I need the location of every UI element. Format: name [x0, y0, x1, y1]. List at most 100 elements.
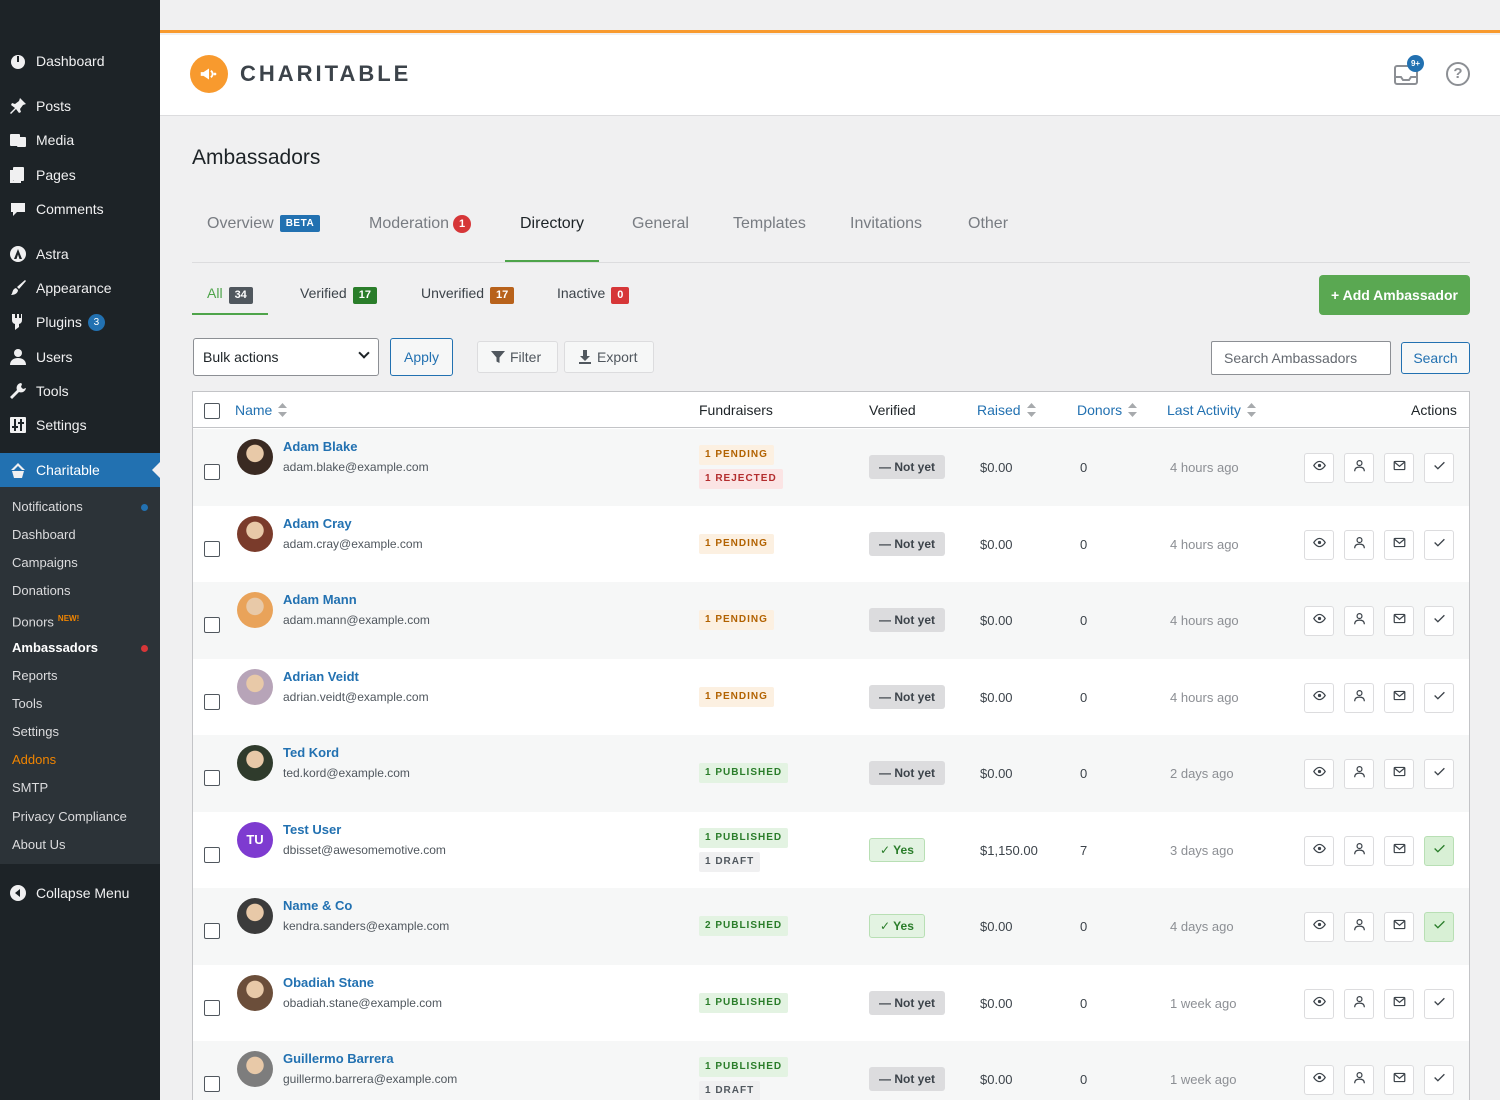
submenu-item-privacy-compliance[interactable]: Privacy Compliance [12, 806, 152, 828]
submenu-item-reports[interactable]: Reports [12, 665, 152, 687]
apply-button[interactable]: Apply [390, 338, 453, 376]
view-action-button[interactable] [1304, 912, 1334, 942]
tab-moderation[interactable]: Moderation 1 [354, 200, 486, 262]
row-checkbox[interactable] [204, 693, 220, 710]
verify-check-action-button[interactable] [1424, 682, 1454, 713]
profile-action-button[interactable] [1344, 606, 1374, 636]
row-checkbox[interactable] [204, 999, 220, 1016]
submenu-item-settings[interactable]: Settings [12, 721, 152, 743]
row-checkbox[interactable] [204, 770, 220, 786]
sidebar-item-users[interactable]: Users [0, 340, 160, 374]
sidebar-item-charitable[interactable]: Charitable [0, 453, 160, 487]
email-action-button[interactable] [1384, 682, 1414, 713]
filter-verified[interactable]: Verified 17 [285, 276, 392, 315]
email-action-button[interactable] [1384, 1065, 1414, 1095]
filter-button[interactable]: Filter [477, 341, 558, 373]
filter-inactive[interactable]: Inactive 0 [542, 276, 644, 315]
column-name[interactable]: Name [235, 392, 288, 428]
email-action-button[interactable] [1384, 988, 1414, 1019]
view-action-button[interactable] [1304, 682, 1334, 713]
tab-other[interactable]: Other [953, 200, 1023, 262]
view-action-button[interactable] [1304, 835, 1334, 866]
verify-check-action-button[interactable] [1424, 912, 1454, 942]
sidebar-item-astra[interactable]: Astra [0, 237, 160, 271]
sidebar-item-plugins[interactable]: Plugins 3 [0, 305, 160, 339]
submenu-item-donors[interactable]: Donors NEW! [12, 608, 152, 630]
sidebar-item-settings[interactable]: Settings [0, 408, 160, 442]
ambassador-name-link[interactable]: Adrian Veidt [283, 669, 359, 684]
submenu-item-smtp[interactable]: SMTP [12, 777, 152, 799]
verify-check-action-button[interactable] [1424, 453, 1454, 483]
verify-check-action-button[interactable] [1424, 529, 1454, 560]
submenu-item-notifications[interactable]: Notifications [12, 496, 152, 518]
sidebar-item-pages[interactable]: Pages [0, 158, 160, 192]
submenu-item-campaigns[interactable]: Campaigns [12, 552, 152, 574]
export-button[interactable]: Export [564, 341, 654, 373]
verify-check-action-button[interactable] [1424, 1065, 1454, 1095]
submenu-item-tools[interactable]: Tools [12, 693, 152, 715]
profile-action-button[interactable] [1344, 835, 1374, 866]
profile-action-button[interactable] [1344, 453, 1374, 483]
view-action-button[interactable] [1304, 529, 1334, 560]
sidebar-item-appearance[interactable]: Appearance [0, 271, 160, 305]
profile-action-button[interactable] [1344, 988, 1374, 1019]
email-action-button[interactable] [1384, 606, 1414, 636]
column-last-activity[interactable]: Last Activity [1167, 392, 1256, 428]
verify-check-action-button[interactable] [1424, 759, 1454, 789]
profile-action-button[interactable] [1344, 682, 1374, 713]
row-checkbox[interactable] [204, 1076, 220, 1092]
view-action-button[interactable] [1304, 988, 1334, 1019]
column-raised[interactable]: Raised [977, 392, 1036, 428]
add-ambassador-button[interactable]: + Add Ambassador [1319, 275, 1470, 315]
ambassador-name-link[interactable]: Adam Cray [283, 516, 352, 531]
email-action-button[interactable] [1384, 759, 1414, 789]
verify-check-action-button[interactable] [1424, 988, 1454, 1019]
collapse-menu-button[interactable]: Collapse Menu [0, 876, 160, 910]
ambassador-name-link[interactable]: Adam Mann [283, 592, 357, 607]
row-checkbox[interactable] [204, 540, 220, 557]
ambassador-name-link[interactable]: Ted Kord [283, 745, 339, 760]
email-action-button[interactable] [1384, 835, 1414, 866]
sidebar-item-media[interactable]: Media [0, 123, 160, 157]
sidebar-item-tools[interactable]: Tools [0, 374, 160, 408]
profile-action-button[interactable] [1344, 912, 1374, 942]
profile-action-button[interactable] [1344, 759, 1374, 789]
tab-templates[interactable]: Templates [718, 200, 821, 262]
ambassador-name-link[interactable]: Obadiah Stane [283, 975, 374, 990]
profile-action-button[interactable] [1344, 1065, 1374, 1095]
submenu-item-donations[interactable]: Donations [12, 580, 152, 602]
submenu-item-dashboard[interactable]: Dashboard [12, 524, 152, 546]
email-action-button[interactable] [1384, 453, 1414, 483]
tab-directory[interactable]: Directory [505, 200, 600, 262]
view-action-button[interactable] [1304, 759, 1334, 789]
charitable-logo[interactable]: CHARITABLE [190, 55, 411, 93]
row-checkbox[interactable] [204, 923, 220, 939]
ambassador-name-link[interactable]: Name & Co [283, 898, 352, 913]
tab-overview[interactable]: Overview BETA [192, 200, 335, 262]
row-checkbox[interactable] [204, 846, 220, 863]
sidebar-item-comments[interactable]: Comments [0, 192, 160, 226]
ambassador-name-link[interactable]: Test User [283, 822, 341, 837]
select-all-checkbox[interactable] [204, 403, 220, 419]
tab-invitations[interactable]: Invitations [835, 200, 937, 262]
sidebar-item-dashboard[interactable]: Dashboard [0, 44, 160, 78]
ambassador-name-link[interactable]: Adam Blake [283, 439, 357, 454]
view-action-button[interactable] [1304, 606, 1334, 636]
view-action-button[interactable] [1304, 1065, 1334, 1095]
row-checkbox[interactable] [204, 464, 220, 480]
search-ambassadors-input[interactable] [1211, 341, 1391, 375]
column-donors[interactable]: Donors [1077, 392, 1138, 428]
filter-unverified[interactable]: Unverified 17 [406, 276, 529, 315]
row-checkbox[interactable] [204, 617, 220, 633]
filter-all[interactable]: All 34 [192, 276, 268, 315]
search-button[interactable]: Search [1401, 342, 1470, 374]
help-icon[interactable]: ? [1446, 62, 1470, 86]
submenu-item-addons[interactable]: Addons [12, 749, 152, 771]
verify-check-action-button[interactable] [1424, 606, 1454, 636]
submenu-item-about-us[interactable]: About Us [12, 834, 152, 856]
view-action-button[interactable] [1304, 453, 1334, 483]
email-action-button[interactable] [1384, 529, 1414, 560]
email-action-button[interactable] [1384, 912, 1414, 942]
bulk-actions-select[interactable]: Bulk actions [193, 338, 379, 376]
profile-action-button[interactable] [1344, 529, 1374, 560]
